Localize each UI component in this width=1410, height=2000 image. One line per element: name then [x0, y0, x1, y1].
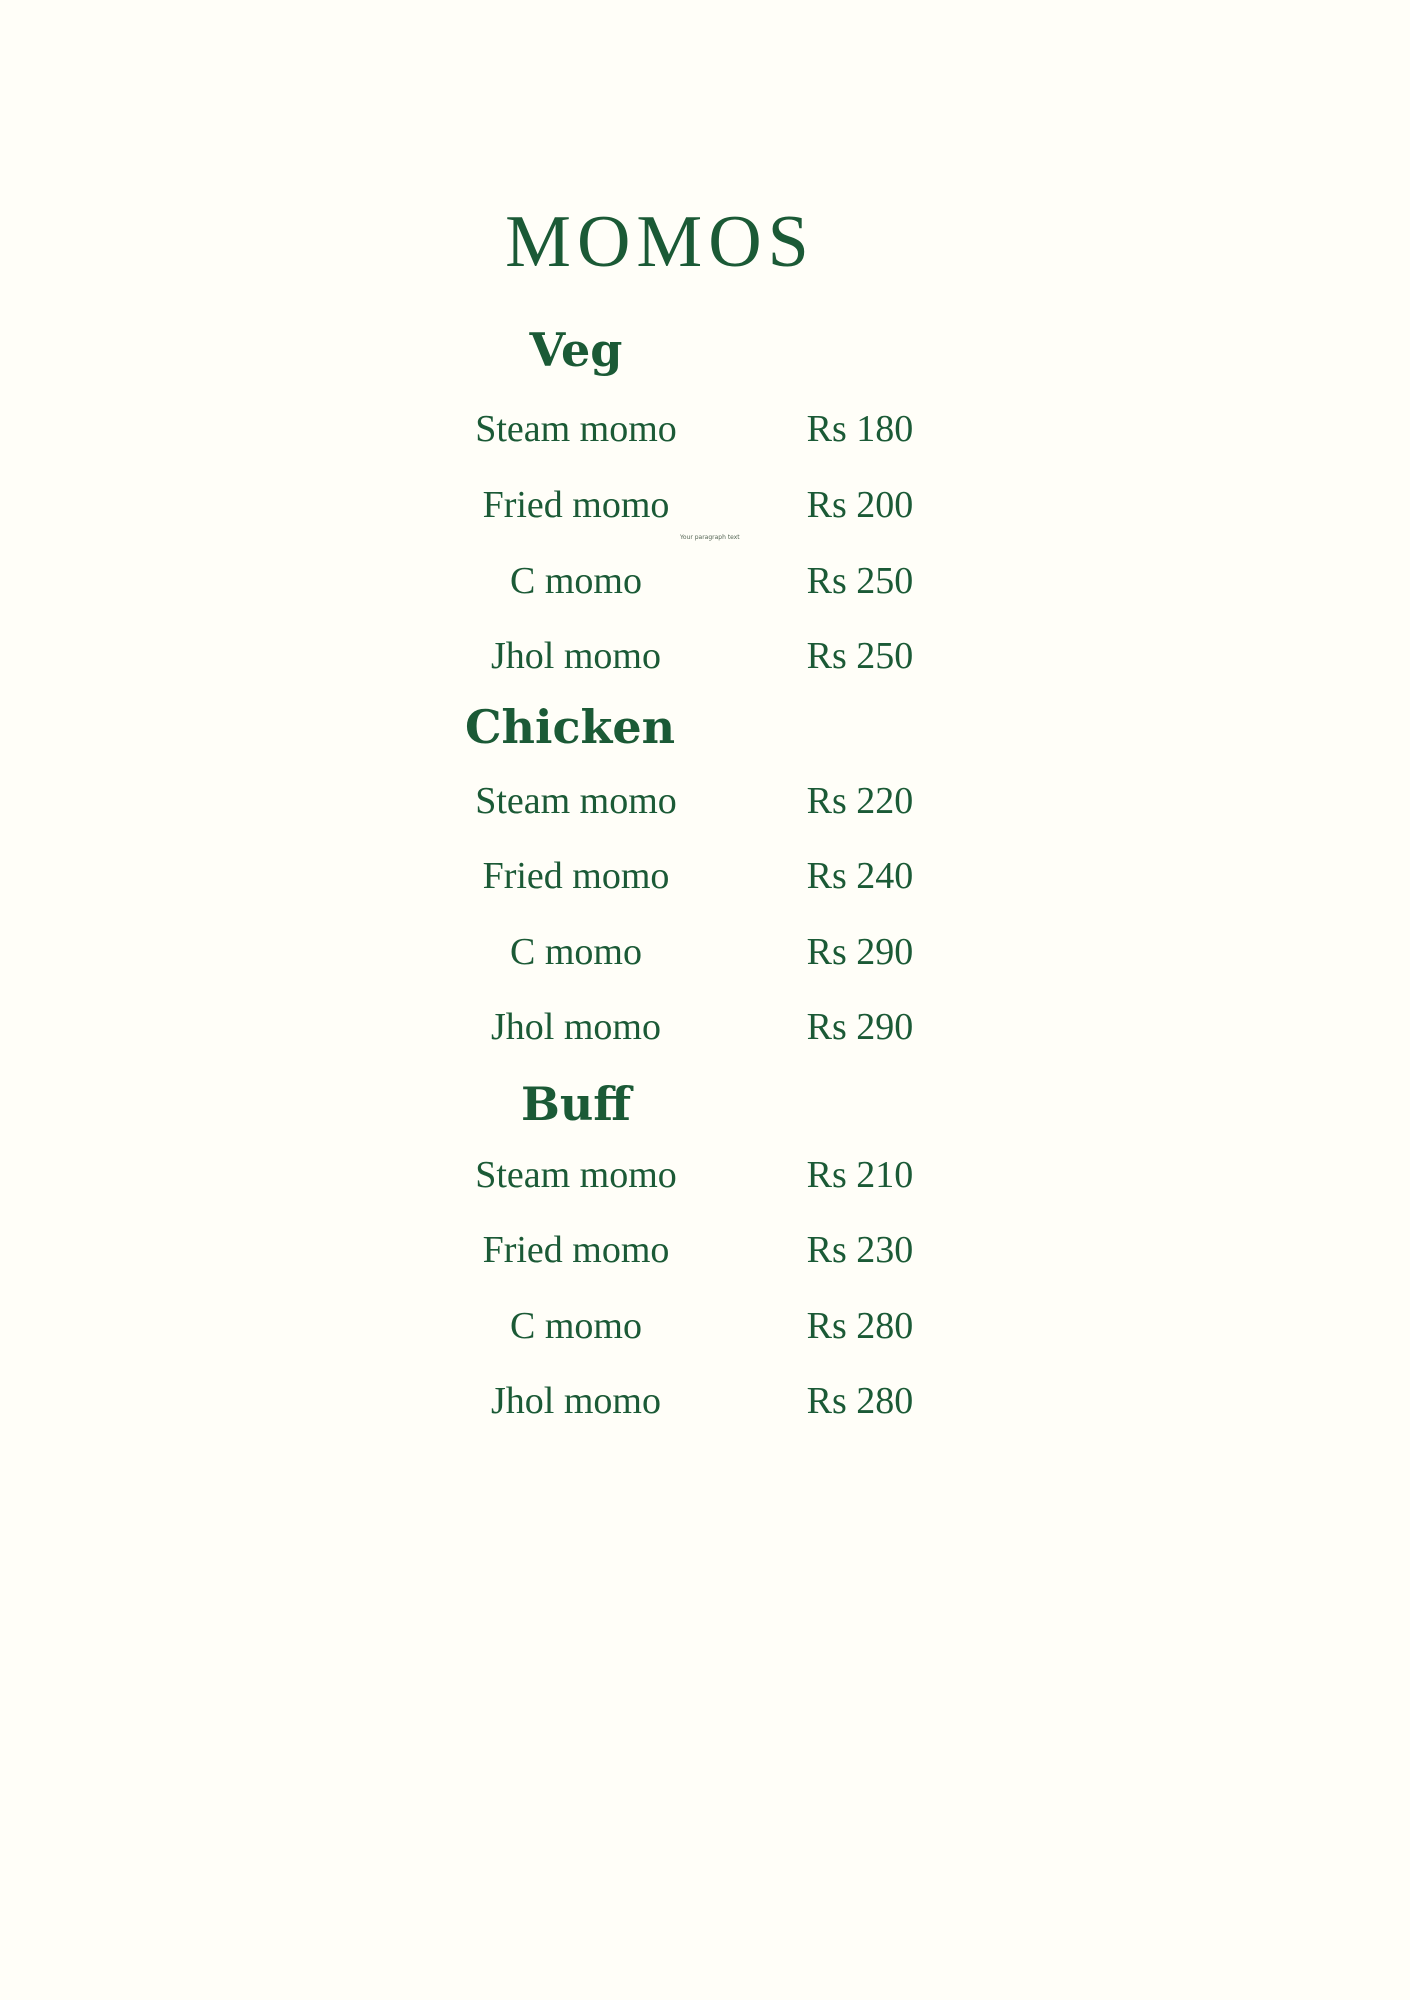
section-heading-chicken: Chicken: [464, 700, 676, 754]
menu-item-price: Rs 220: [806, 780, 914, 822]
menu-item-name: Steam momo: [475, 780, 677, 822]
menu-item-price: Rs 280: [806, 1305, 914, 1347]
menu-item-price: Rs 200: [806, 484, 914, 526]
stray-paragraph-text: Your paragraph text: [680, 534, 740, 541]
section-heading-buff: Buff: [520, 1077, 632, 1131]
menu-item-price: Rs 290: [806, 1006, 914, 1048]
menu-item-name: Jhol momo: [491, 1380, 661, 1422]
menu-item-price: Rs 250: [806, 560, 914, 602]
menu-item-name: Fried momo: [482, 484, 670, 526]
menu-item-price: Rs 280: [806, 1380, 914, 1422]
menu-item-name: Fried momo: [482, 855, 670, 897]
menu-item-name: Steam momo: [475, 408, 677, 450]
menu-item-price: Rs 290: [806, 931, 914, 973]
menu-page: MOMOS Veg Steam momo Rs 180 Fried momo R…: [0, 0, 1410, 2000]
menu-title: MOMOS: [505, 201, 815, 283]
menu-item-price: Rs 230: [806, 1229, 914, 1271]
menu-item-name: Fried momo: [482, 1229, 670, 1271]
section-heading-veg: Veg: [529, 323, 623, 377]
menu-item-price: Rs 180: [806, 408, 914, 450]
menu-item-name: Jhol momo: [491, 1006, 661, 1048]
menu-item-price: Rs 250: [806, 635, 914, 677]
menu-item-name: Steam momo: [475, 1154, 677, 1196]
menu-item-price: Rs 240: [806, 855, 914, 897]
menu-item-name: Jhol momo: [491, 635, 661, 677]
menu-item-name: C momo: [510, 931, 642, 973]
menu-item-price: Rs 210: [806, 1154, 914, 1196]
menu-item-name: C momo: [510, 560, 642, 602]
menu-item-name: C momo: [510, 1305, 642, 1347]
